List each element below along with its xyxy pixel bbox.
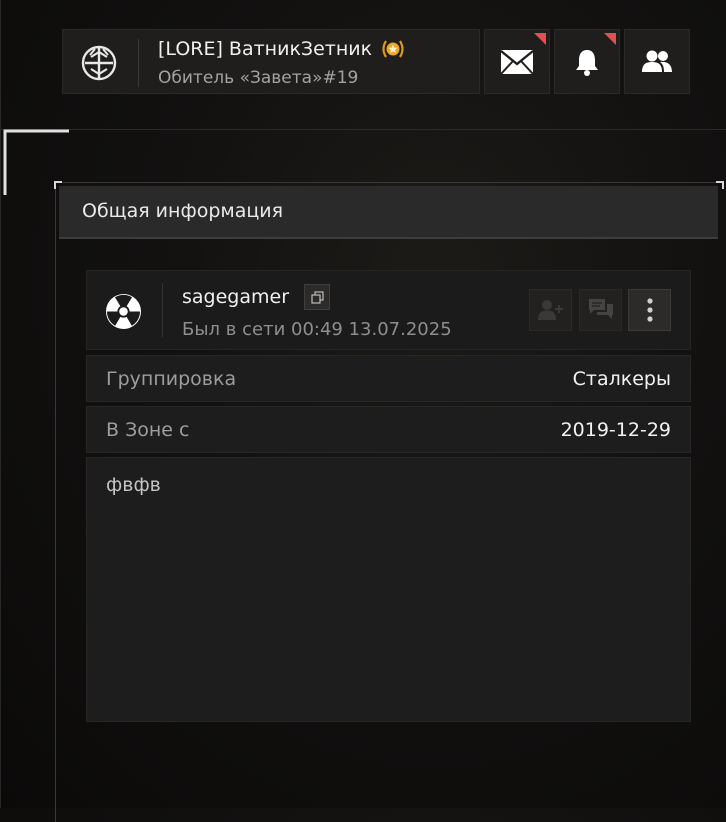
info-row-faction: Группировка Сталкеры	[86, 355, 691, 402]
emblem-divider	[138, 39, 139, 87]
info-row-zone-since: В Зоне с 2019-12-29	[86, 406, 691, 453]
copy-username-button[interactable]	[304, 284, 330, 310]
friends-button[interactable]	[624, 29, 690, 94]
notifications-unread-badge	[604, 33, 616, 45]
send-message-button[interactable]	[579, 289, 622, 331]
faction-value: Сталкеры	[572, 368, 671, 390]
radiation-icon	[106, 294, 141, 329]
mail-button[interactable]	[484, 29, 550, 94]
panel-title: Общая информация	[82, 200, 284, 222]
zone-since-label: В Зоне с	[106, 419, 190, 441]
mail-icon	[500, 49, 534, 75]
more-vertical-icon	[646, 298, 653, 322]
mail-unread-badge	[534, 33, 546, 45]
chat-icon	[588, 299, 613, 319]
clan-emblem-icon	[81, 45, 117, 81]
faction-line: Обитель «Завета»#19	[158, 68, 359, 88]
user-divider	[162, 283, 163, 337]
bell-icon	[576, 49, 598, 76]
more-options-button[interactable]	[628, 289, 671, 331]
add-friend-button[interactable]	[529, 289, 572, 331]
about-text: фвфв	[106, 474, 161, 496]
friends-icon	[642, 50, 672, 72]
faction-label: Группировка	[106, 368, 237, 390]
clan-name: [LORE] ВатникЗетник	[158, 38, 406, 60]
clan-name-text: [LORE] ВатникЗетник	[158, 38, 373, 60]
about-box: фвфв	[86, 457, 691, 722]
left-rail	[0, 0, 1, 808]
copy-icon	[310, 290, 324, 304]
add-friend-icon	[537, 300, 563, 320]
clan-profile-card[interactable]: [LORE] ВатникЗетник Обитель «Завета»#19	[62, 29, 480, 94]
panel-title-bar: Общая информация	[59, 186, 718, 239]
username: sagegamer	[182, 286, 290, 308]
notifications-button[interactable]	[554, 29, 620, 94]
header-divider	[0, 129, 726, 130]
last-seen-status: Был в сети 00:49 13.07.2025	[182, 319, 452, 340]
user-card: sagegamer Был в сети 00:49 13.07.2025	[86, 270, 691, 350]
zone-since-value: 2019-12-29	[560, 419, 671, 441]
medal-icon	[382, 40, 404, 58]
